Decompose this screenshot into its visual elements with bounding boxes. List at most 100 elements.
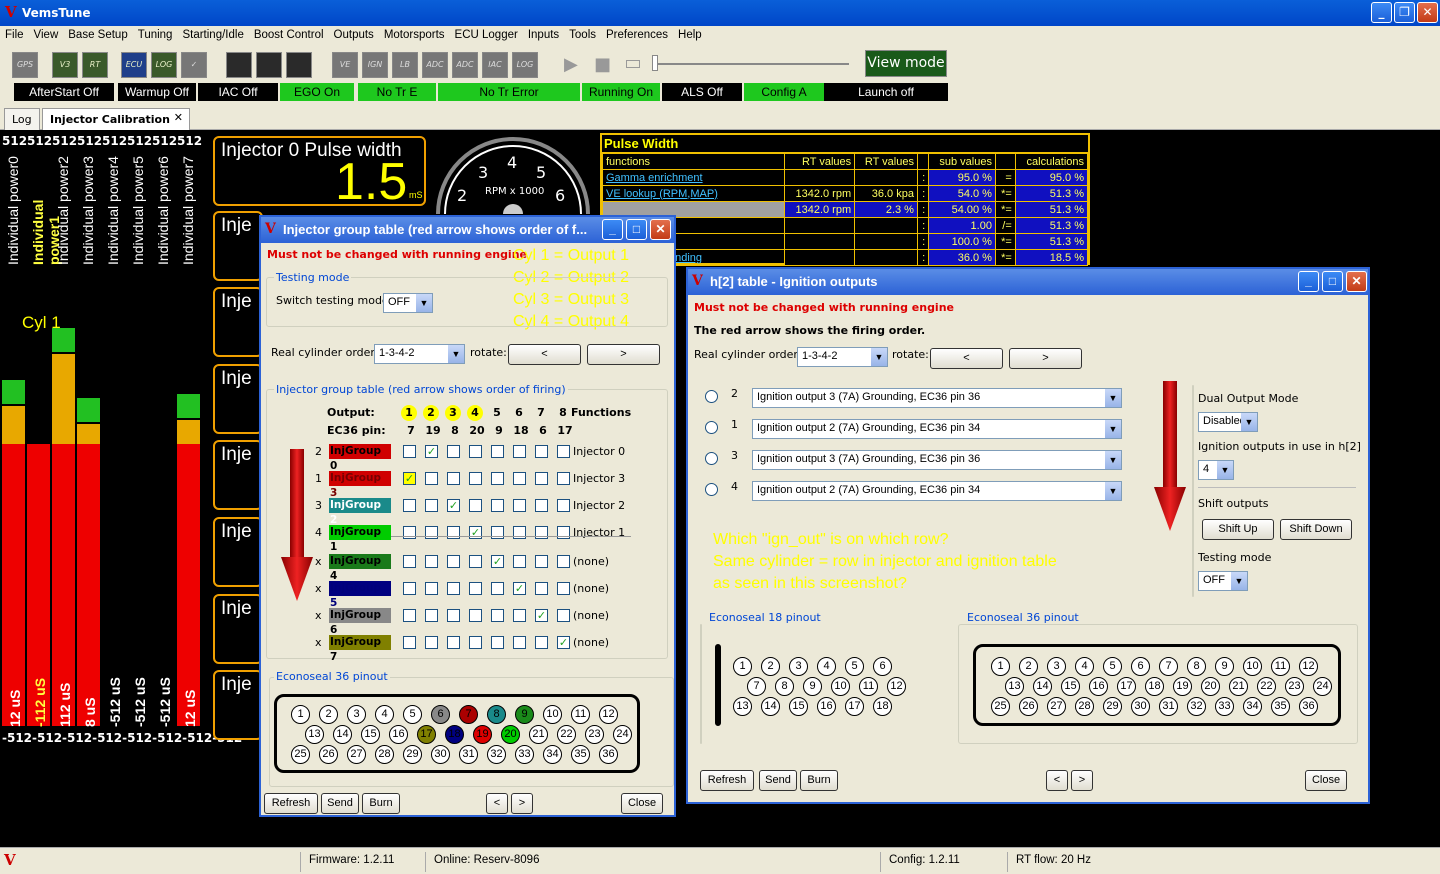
output-checkbox[interactable]	[403, 499, 416, 512]
ign-row-radio[interactable]	[705, 452, 718, 465]
pw-cell[interactable]: Gamma enrichment	[602, 169, 785, 186]
output-checkbox[interactable]	[425, 499, 438, 512]
output-checkbox[interactable]	[469, 472, 482, 485]
output-checkbox[interactable]	[425, 555, 438, 568]
output-checkbox[interactable]	[425, 582, 438, 595]
ign-testing-select[interactable]: OFF ▼	[1198, 571, 1248, 591]
output-checkbox[interactable]	[447, 582, 460, 595]
inj-maximize-icon[interactable]: □	[626, 219, 647, 240]
next-button[interactable]: >	[511, 793, 533, 814]
burn-button[interactable]: Burn	[362, 793, 400, 814]
menu-view[interactable]: View	[29, 26, 64, 46]
output-checkbox[interactable]	[403, 582, 416, 595]
tab-injector-calibration[interactable]: Injector Calibration ✕	[42, 108, 190, 130]
output-checkbox[interactable]	[491, 609, 504, 622]
output-checkbox[interactable]	[403, 445, 416, 458]
output-checkbox[interactable]	[513, 526, 526, 539]
send-button[interactable]: Send	[321, 793, 359, 814]
output-checkbox[interactable]	[425, 526, 438, 539]
output-checkbox[interactable]	[491, 472, 504, 485]
output-checkbox[interactable]	[469, 445, 482, 458]
ign-maximize-icon[interactable]: □	[1322, 271, 1343, 292]
output-checkbox[interactable]	[535, 582, 548, 595]
log-view-icon[interactable]: LOG	[512, 52, 538, 78]
ign-real-order-select[interactable]: 1-3-4-2 ▼	[797, 347, 888, 367]
output-checkbox[interactable]	[513, 445, 526, 458]
ign-dialog-titlebar[interactable]: Vh[2] table - Ignition outputs _ □ ✕	[688, 269, 1368, 295]
ign-next-button[interactable]: >	[1071, 770, 1093, 791]
ign-output-select[interactable]: Ignition output 2 (7A) Grounding, EC36 p…	[752, 481, 1122, 501]
output-checkbox[interactable]	[469, 636, 482, 649]
check-icon[interactable]: ✓	[181, 52, 207, 78]
ign-table-icon[interactable]: IGN	[362, 52, 388, 78]
output-checkbox[interactable]	[469, 555, 482, 568]
playback-slider-handle[interactable]	[652, 55, 658, 71]
ign-minimize-icon[interactable]: _	[1298, 271, 1319, 292]
output-checkbox[interactable]	[491, 636, 504, 649]
menu-motorsports[interactable]: Motorsports	[379, 26, 450, 46]
ign-output-select[interactable]: Ignition output 3 (7A) Grounding, EC36 p…	[752, 450, 1122, 470]
menu-ecu-logger[interactable]: ECU Logger	[450, 26, 523, 46]
output-checkbox[interactable]	[447, 526, 460, 539]
ign-send-button[interactable]: Send	[759, 770, 797, 791]
rotate-left-button[interactable]: <	[508, 344, 581, 365]
car-green-icon[interactable]	[226, 52, 252, 78]
ign-close-button[interactable]: Close	[1305, 770, 1347, 791]
output-checkbox[interactable]: ✓	[513, 582, 526, 595]
real-order-select[interactable]: 1-3-4-2 ▼	[374, 344, 465, 364]
output-checkbox[interactable]	[557, 555, 570, 568]
output-checkbox[interactable]	[425, 472, 438, 485]
output-checkbox[interactable]	[425, 609, 438, 622]
menu-help[interactable]: Help	[673, 26, 707, 46]
ign-row-radio[interactable]	[705, 483, 718, 496]
output-checkbox[interactable]: ✓	[447, 499, 460, 512]
pw-cell[interactable]: VE lookup (RPM,MAP)	[602, 185, 785, 202]
ign-refresh-button[interactable]: Refresh	[700, 770, 754, 791]
inj-minimize-icon[interactable]: _	[602, 219, 623, 240]
output-checkbox[interactable]	[557, 609, 570, 622]
rotate-right-button[interactable]: >	[587, 344, 660, 365]
minimize-icon[interactable]: _	[1371, 2, 1392, 23]
menu-inputs[interactable]: Inputs	[523, 26, 564, 46]
output-checkbox[interactable]	[403, 636, 416, 649]
close-icon[interactable]: ✕	[1417, 2, 1438, 23]
output-checkbox[interactable]	[447, 609, 460, 622]
close-button[interactable]: Close	[621, 793, 663, 814]
output-checkbox[interactable]	[447, 445, 460, 458]
output-checkbox[interactable]	[557, 445, 570, 458]
tab-log[interactable]: Log	[4, 108, 40, 130]
output-checkbox[interactable]	[491, 445, 504, 458]
play-icon[interactable]: ▶	[564, 54, 578, 75]
output-checkbox[interactable]: ✓	[491, 555, 504, 568]
ign-prev-button[interactable]: <	[1046, 770, 1068, 791]
output-checkbox[interactable]: ✓	[403, 472, 416, 485]
output-checkbox[interactable]	[557, 526, 570, 539]
output-checkbox[interactable]	[535, 555, 548, 568]
output-checkbox[interactable]	[403, 609, 416, 622]
refresh-button[interactable]: Refresh	[264, 793, 318, 814]
output-checkbox[interactable]	[535, 526, 548, 539]
rt-icon[interactable]: RT	[82, 52, 108, 78]
output-checkbox[interactable]	[491, 582, 504, 595]
ign-burn-button[interactable]: Burn	[800, 770, 838, 791]
menu-tools[interactable]: Tools	[564, 26, 601, 46]
output-checkbox[interactable]	[535, 445, 548, 458]
menu-boost-control[interactable]: Boost Control	[249, 26, 329, 46]
stop-icon[interactable]: ■	[594, 54, 611, 75]
output-checkbox[interactable]: ✓	[469, 526, 482, 539]
car-red-icon[interactable]	[256, 52, 282, 78]
output-checkbox[interactable]	[491, 526, 504, 539]
restore-icon[interactable]: ❐	[1394, 2, 1415, 23]
shift-up-button[interactable]: Shift Up	[1202, 519, 1274, 540]
output-checkbox[interactable]	[403, 555, 416, 568]
output-checkbox[interactable]	[425, 636, 438, 649]
shift-down-button[interactable]: Shift Down	[1280, 519, 1352, 540]
v3-icon[interactable]: V3	[52, 52, 78, 78]
ign-output-select[interactable]: Ignition output 2 (7A) Grounding, EC36 p…	[752, 419, 1122, 439]
menu-starting-idle[interactable]: Starting/Idle	[177, 26, 248, 46]
output-checkbox[interactable]	[491, 499, 504, 512]
view-mode-button[interactable]: View mode	[865, 50, 947, 77]
window-titlebar[interactable]: V VemsTune _ ❐ ✕	[0, 0, 1440, 26]
tab-close-icon[interactable]: ✕	[174, 111, 183, 124]
output-checkbox[interactable]	[469, 582, 482, 595]
